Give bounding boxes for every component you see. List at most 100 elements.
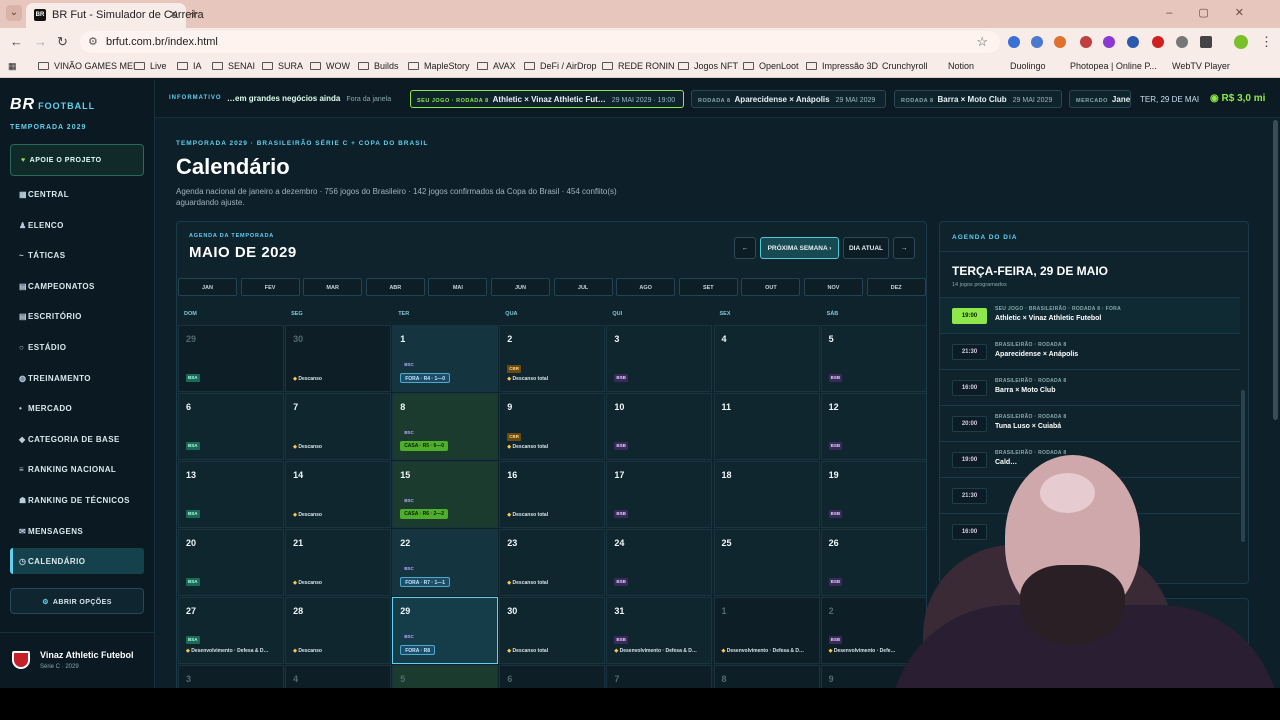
page-scrollbar[interactable] [1273, 120, 1278, 420]
bookmark-link[interactable]: Notion [948, 61, 974, 71]
tab-search-icon[interactable]: ⌄ [6, 5, 22, 21]
bookmark-folder[interactable]: Builds [358, 61, 399, 71]
logo[interactable]: BR FOOTBALL [10, 96, 95, 114]
extension-icon[interactable] [1176, 36, 1188, 48]
sidebar-item-treinamento[interactable]: ◍ TREINAMENTO [10, 365, 144, 391]
extension-icon[interactable] [1103, 36, 1115, 48]
ticker-item[interactable]: RODADA 8 Aparecidense × Anápolis 29 MAI 20… [691, 90, 886, 108]
bookmark-link[interactable]: Crunchyroll [882, 61, 928, 71]
back-icon[interactable]: ← [10, 34, 23, 49]
agenda-item[interactable]: 19:00 SEU JOGO · BRASILEIRÃO · RODADA 8 ·… [940, 297, 1240, 333]
calendar-day[interactable]: 14 ◆ Descanso [285, 461, 392, 528]
calendar-day[interactable]: 29 BSC FORA · R8 [392, 597, 499, 664]
bookmark-folder[interactable]: AVAX [477, 61, 516, 71]
extension-icon[interactable] [1054, 36, 1066, 48]
sidebar-item-estádio[interactable]: ○ ESTÁDIO [10, 334, 144, 360]
url-field[interactable]: ⚙ brfut.com.br/index.html ☆ [80, 31, 1000, 53]
month-tab-fev[interactable]: FEV [240, 278, 300, 296]
month-tab-jan[interactable]: JAN [178, 278, 237, 296]
extension-icon[interactable] [1080, 36, 1092, 48]
bookmark-folder[interactable]: Jogos NFT [678, 61, 738, 71]
calendar-day[interactable]: 11 [713, 393, 820, 460]
match-chip[interactable]: FORA · R4 · 1—0 [400, 373, 451, 383]
calendar-day[interactable]: 27 BSA ◆ Desenvolvimento · Defesa & D… [178, 597, 284, 664]
calendar-day[interactable]: 17 BSB [606, 461, 713, 528]
bookmark-folder[interactable]: SENAI [212, 61, 255, 71]
calendar-day[interactable]: 21 ◆ Descanso [285, 529, 392, 596]
sidebar-item-calendário[interactable]: ◷ CALENDÁRIO [10, 548, 144, 575]
bookmark-link[interactable]: Photopea | Online P... [1070, 61, 1157, 71]
extensions-puzzle-icon[interactable] [1200, 36, 1212, 48]
bookmark-folder[interactable]: REDE RONIN [602, 61, 675, 71]
sidebar-item-elenco[interactable]: ♟ELENCO [10, 212, 144, 238]
calendar-day[interactable]: 5 BSB [820, 325, 926, 392]
calendar-day[interactable]: 22 BSC FORA · R7 · 1—1 [392, 529, 499, 596]
close-icon[interactable]: ✕ [169, 8, 178, 21]
calendar-day[interactable]: 25 [713, 529, 820, 596]
month-tab-abr[interactable]: ABR [365, 278, 425, 296]
bookmark-folder[interactable]: VINÃO GAMES MEI [38, 61, 136, 71]
sidebar-item-categoria-de-base[interactable]: ◆ CATEGORIA DE BASE [10, 426, 144, 452]
extension-icon[interactable] [1127, 36, 1139, 48]
calendar-day[interactable]: 30 ◆ Descanso total [499, 597, 606, 664]
next-week-button[interactable]: PRÓXIMA SEMANA › [760, 237, 839, 259]
site-info-icon[interactable]: ⚙ [88, 35, 98, 48]
calendar-day[interactable]: 1 ◆ Desenvolvimento · Defesa & D… [713, 597, 820, 664]
profile-avatar[interactable] [1234, 35, 1248, 49]
ticker-item[interactable]: MERCADOJane… [1069, 90, 1131, 108]
club-card[interactable]: Vinaz Athletic Futebol Série C · 2029 [0, 632, 155, 688]
calendar-day[interactable]: 16 ◆ Descanso total [499, 461, 606, 528]
calendar-day[interactable]: 23 ◆ Descanso total [499, 529, 606, 596]
url-text[interactable]: brfut.com.br/index.html [106, 36, 218, 48]
calendar-day[interactable]: 8 [713, 665, 820, 688]
prev-week-button[interactable]: ← [734, 237, 756, 259]
reload-icon[interactable]: ↻ [57, 34, 68, 50]
calendar-day[interactable]: 1 BSC FORA · R4 · 1—0 [392, 325, 499, 392]
calendar-day[interactable]: 30 ◆ Descanso [285, 325, 392, 392]
bookmark-folder[interactable]: Impressão 3D [806, 61, 878, 71]
extension-icon[interactable] [1152, 36, 1164, 48]
month-tab-out[interactable]: OUT [741, 278, 801, 296]
apps-grid-icon[interactable]: ▦ [8, 61, 17, 72]
sidebar-item-ranking-de-técnicos[interactable]: ☗RANKING DE TÉCNICOS [10, 487, 144, 513]
window-controls[interactable]: –▢✕ [1166, 6, 1270, 19]
menu-icon[interactable]: ⋮ [1260, 34, 1273, 50]
bookmark-folder[interactable]: MapleStory [408, 61, 470, 71]
bookmark-folder[interactable]: IA [177, 61, 202, 71]
extension-icon[interactable] [1031, 36, 1043, 48]
month-tab-jun[interactable]: JUN [491, 278, 550, 296]
ticker-news[interactable]: …em grandes negócios ainda Fora da janela [227, 94, 391, 103]
calendar-day[interactable]: 4 [713, 325, 820, 392]
bookmark-link[interactable]: Duolingo [1010, 61, 1046, 71]
calendar-day[interactable]: 29 BSA [178, 325, 284, 392]
month-tab-dez[interactable]: DEZ [866, 278, 926, 296]
calendar-day[interactable]: 24 BSB [606, 529, 713, 596]
calendar-day[interactable]: 4 [285, 665, 392, 688]
calendar-day[interactable]: 10 BSB [606, 393, 713, 460]
match-chip[interactable]: CASA · R5 · 6—0 [400, 441, 449, 451]
calendar-day[interactable]: 28 ◆ Descanso [285, 597, 392, 664]
calendar-day[interactable]: 7 ◆ Descanso [285, 393, 392, 460]
calendar-day[interactable]: 6 BSA [178, 393, 284, 460]
calendar-day[interactable]: 9 CBR ◆ Descanso total [499, 393, 606, 460]
calendar-day[interactable]: 20 BSA [178, 529, 284, 596]
calendar-day[interactable]: 31 BSB ◆ Desenvolvimento · Defesa & D… [606, 597, 713, 664]
agenda-item[interactable]: 20:00 BRASILEIRÃO · RODADA 8 Tuna Luso × C… [940, 405, 1240, 441]
open-options-button[interactable]: ⚙ ABRIR OPÇÕES [10, 588, 144, 614]
sidebar-item-táticas[interactable]: ~ TÁTICAS [10, 242, 144, 268]
calendar-day[interactable]: 7 [606, 665, 713, 688]
calendar-day[interactable]: 2 CBR ◆ Descanso total [499, 325, 606, 392]
bookmark-folder[interactable]: WOW [310, 61, 350, 71]
calendar-day[interactable]: 3 [178, 665, 284, 688]
next-button[interactable]: → [893, 237, 915, 259]
match-chip[interactable]: CASA · R6 · 2—2 [400, 509, 449, 519]
match-chip[interactable]: FORA · R8 [400, 645, 436, 655]
month-tab-ago[interactable]: AGO [616, 278, 676, 296]
sidebar-item-escritório[interactable]: ▤ESCRITÓRIO [10, 303, 144, 329]
bookmark-folder[interactable]: OpenLoot [743, 61, 799, 71]
bookmark-star-icon[interactable]: ☆ [976, 34, 988, 50]
calendar-day[interactable]: 8 BSC CASA · R5 · 6—0 [392, 393, 499, 460]
month-tab-set[interactable]: SET [678, 278, 738, 296]
bookmark-link[interactable]: WebTV Player [1172, 61, 1230, 71]
today-button[interactable]: DIA ATUAL [843, 237, 889, 259]
